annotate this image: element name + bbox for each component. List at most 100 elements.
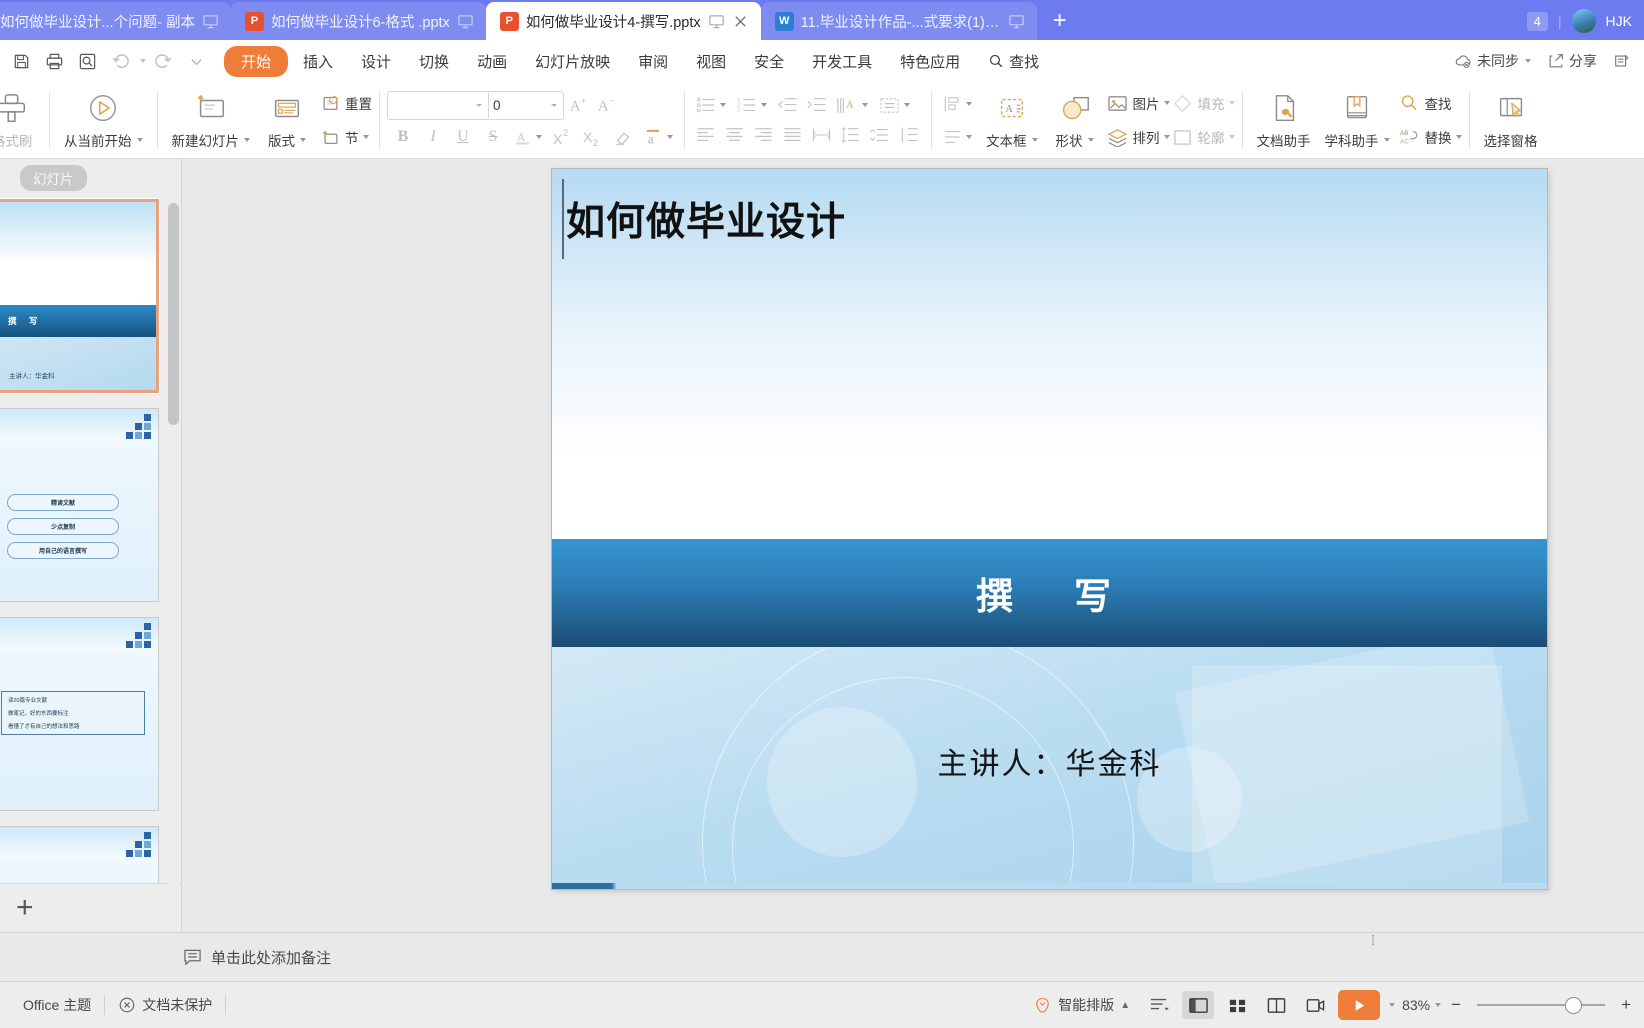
- doc-assistant-button[interactable]: 文档助手: [1250, 83, 1318, 157]
- distribute-button[interactable]: [808, 123, 834, 148]
- tab-animation[interactable]: 动画: [464, 46, 520, 77]
- undo-icon[interactable]: [105, 46, 136, 77]
- chevron-down-icon[interactable]: [667, 135, 673, 139]
- thumbnail-scrollbar[interactable]: [168, 203, 179, 893]
- selection-pane-button[interactable]: 选择窗格: [1477, 83, 1545, 157]
- text-direction-button[interactable]: A: [832, 93, 872, 118]
- tab-transition[interactable]: 切换: [406, 46, 462, 77]
- slide-presenter-text[interactable]: 主讲人：华金科: [552, 739, 1547, 783]
- shape-button[interactable]: 形状: [1045, 83, 1105, 157]
- tab-start[interactable]: 开始: [224, 45, 289, 77]
- italic-button[interactable]: I: [420, 125, 446, 150]
- redo-icon[interactable]: [148, 46, 179, 77]
- paragraph-spacing-button[interactable]: [866, 123, 892, 148]
- chevron-down-icon[interactable]: [720, 103, 726, 107]
- find-button[interactable]: 查找: [1397, 91, 1462, 116]
- chevron-down-icon[interactable]: [1435, 1003, 1442, 1007]
- close-icon[interactable]: [732, 13, 749, 30]
- thumbnail-slide-4[interactable]: 抄尽量少: [0, 826, 159, 883]
- tab-security[interactable]: 安全: [741, 46, 797, 77]
- bullet-list-button[interactable]: [692, 93, 730, 118]
- new-tab-button[interactable]: +: [1037, 2, 1083, 40]
- collaborate-button[interactable]: [1608, 48, 1636, 74]
- customize-quick-access-icon[interactable]: [181, 46, 212, 77]
- chevron-down-icon[interactable]: [1087, 138, 1094, 142]
- slideshow-options-caret-icon[interactable]: [1389, 1003, 1396, 1007]
- document-tab-2[interactable]: P 如何做毕业设计6-格式 .pptx: [230, 2, 486, 40]
- chevron-down-icon[interactable]: [862, 103, 868, 107]
- avatar[interactable]: [1571, 9, 1596, 33]
- sync-status-button[interactable]: 未同步: [1449, 47, 1536, 75]
- underline-button[interactable]: U: [450, 125, 476, 150]
- increase-indent-button[interactable]: [803, 93, 829, 118]
- zoom-slider[interactable]: [1477, 997, 1606, 1014]
- start-slideshow-button[interactable]: [1338, 990, 1381, 1020]
- chevron-down-icon[interactable]: [1228, 101, 1235, 105]
- monitor-icon[interactable]: [708, 13, 725, 30]
- chevron-down-icon[interactable]: [536, 135, 542, 139]
- normal-view-button[interactable]: [1182, 991, 1215, 1019]
- numbered-list-button[interactable]: 123: [733, 93, 771, 118]
- smart-layout-button[interactable]: 智能排版 ▲: [1020, 995, 1143, 1015]
- chevron-down-icon[interactable]: [476, 103, 482, 107]
- thumbnail-slide-3[interactable]: 读20篇专业文献 做笔记，好的东西要标注 看懂了才有自己的想法和思路: [0, 617, 159, 811]
- notes-pane[interactable]: 单击此处添加备注: [0, 932, 1644, 981]
- slide-band[interactable]: 撰 写: [552, 539, 1547, 647]
- line-spacing-button[interactable]: [837, 123, 863, 148]
- chevron-down-icon[interactable]: [136, 138, 143, 142]
- subscript-button[interactable]: X2: [580, 125, 606, 150]
- thumbnail-list[interactable]: 撰 写 主讲人：华金科 精读文献 少点复制 用自己的语言撰写 读20篇专业文献 …: [0, 197, 181, 883]
- align-left-button[interactable]: [692, 123, 718, 148]
- zoom-out-button[interactable]: −: [1448, 995, 1464, 1015]
- character-shading-button[interactable]: a: [640, 125, 677, 150]
- print-icon[interactable]: [39, 46, 70, 77]
- tab-design[interactable]: 设计: [348, 46, 404, 77]
- reading-view-button[interactable]: [1260, 991, 1292, 1019]
- tab-featured-apps[interactable]: 特色应用: [887, 46, 973, 77]
- chevron-down-icon[interactable]: [551, 103, 557, 107]
- slide-sorter-button[interactable]: [1221, 991, 1253, 1019]
- document-tab-1[interactable]: 如何做毕业设计...个问题- 副本: [0, 2, 231, 40]
- reset-button[interactable]: 重置: [317, 91, 372, 116]
- view-options-button[interactable]: [1143, 991, 1175, 1019]
- align-center-button[interactable]: [721, 123, 747, 148]
- current-slide[interactable]: 如何做毕业设计 撰 写 主讲人：华金科: [552, 169, 1547, 889]
- chevron-down-icon[interactable]: [1455, 135, 1462, 139]
- thumbnail-slide-2[interactable]: 精读文献 少点复制 用自己的语言撰写: [0, 408, 159, 602]
- align-objects-button[interactable]: [939, 91, 976, 116]
- replace-button[interactable]: AB AC 替换: [1397, 125, 1462, 150]
- format-painter-button[interactable]: 格式刷: [0, 83, 42, 157]
- columns-button[interactable]: [895, 123, 924, 148]
- new-slide-button[interactable]: 新建幻灯片: [165, 83, 258, 157]
- chevron-down-icon[interactable]: [966, 134, 972, 139]
- monitor-icon[interactable]: [1008, 13, 1025, 30]
- undo-caret-icon[interactable]: [140, 59, 146, 63]
- chevron-down-icon[interactable]: [1228, 135, 1235, 139]
- tab-count-badge[interactable]: 4: [1526, 11, 1548, 31]
- chevron-down-icon[interactable]: [761, 103, 767, 107]
- group-objects-button[interactable]: [939, 124, 976, 149]
- outline-button[interactable]: 轮廓: [1170, 125, 1235, 150]
- add-slide-button[interactable]: +: [16, 893, 34, 923]
- thumbnail-slide-1[interactable]: 撰 写 主讲人：华金科: [0, 198, 160, 394]
- layout-button[interactable]: 版式: [257, 83, 317, 157]
- tab-insert[interactable]: 插入: [290, 46, 346, 77]
- subject-assistant-button[interactable]: 学科助手: [1318, 83, 1397, 157]
- chevron-down-icon[interactable]: [1383, 138, 1390, 142]
- superscript-button[interactable]: X2: [550, 125, 576, 150]
- zoom-level[interactable]: 83%: [1402, 997, 1442, 1013]
- justify-button[interactable]: [779, 123, 805, 148]
- bold-button[interactable]: B: [390, 125, 416, 150]
- print-preview-icon[interactable]: [72, 46, 103, 77]
- fill-button[interactable]: 填充: [1170, 91, 1235, 116]
- decrease-indent-button[interactable]: [774, 93, 800, 118]
- tab-developer-tools[interactable]: 开发工具: [799, 46, 885, 77]
- clear-format-button[interactable]: [610, 125, 636, 150]
- font-color-button[interactable]: A: [510, 125, 546, 150]
- save-icon[interactable]: [6, 46, 37, 77]
- monitor-icon[interactable]: [457, 13, 474, 30]
- tab-slideshow[interactable]: 幻灯片放映: [522, 46, 623, 77]
- document-tab-3-active[interactable]: P 如何做毕业设计4-撰写.pptx: [485, 2, 761, 40]
- monitor-icon[interactable]: [202, 13, 219, 30]
- share-button[interactable]: 分享: [1542, 47, 1602, 75]
